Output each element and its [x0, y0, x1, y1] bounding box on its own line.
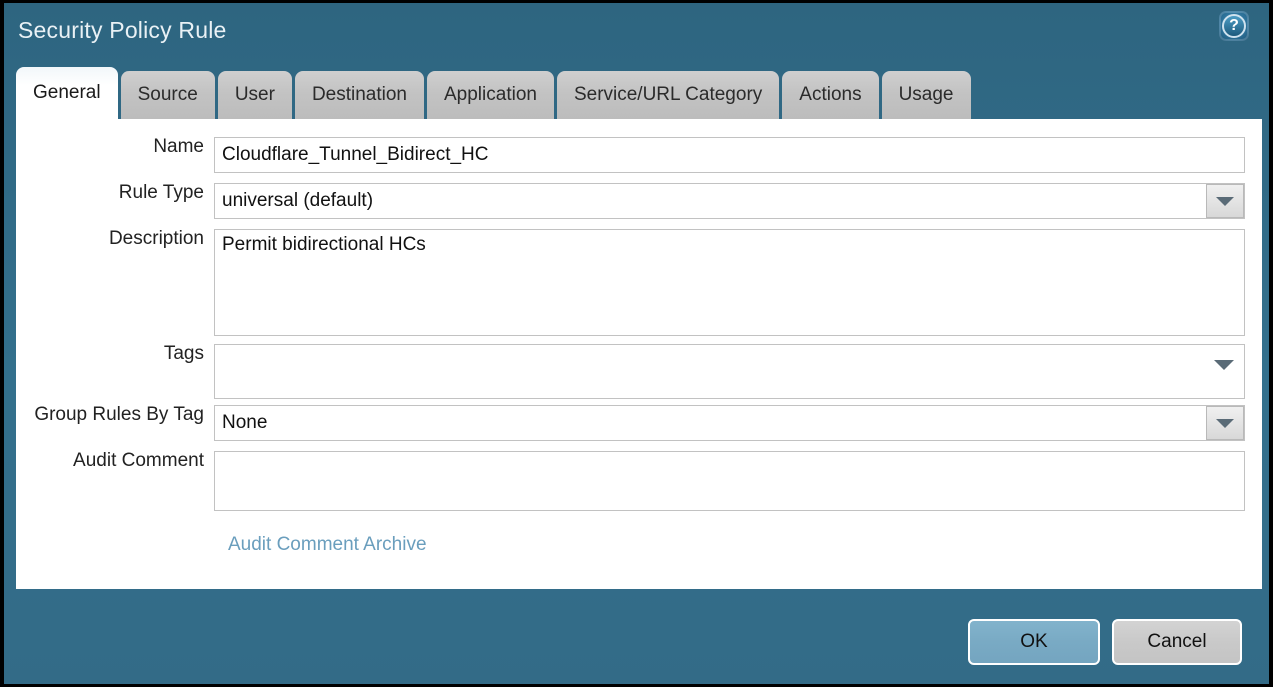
- tab-service-url-category-label: Service/URL Category: [573, 84, 763, 105]
- ok-button[interactable]: OK: [968, 619, 1100, 665]
- tab-service-url-category[interactable]: Service/URL Category: [556, 71, 780, 119]
- tags-input[interactable]: [214, 344, 1245, 399]
- tab-bar: General Source User Destination Applicat…: [16, 67, 971, 119]
- group-rules-by-tag-input[interactable]: [214, 405, 1245, 441]
- form-row-rule-type: Rule Type: [16, 183, 1245, 219]
- tab-general-label: General: [33, 82, 101, 103]
- tab-source[interactable]: Source: [120, 71, 215, 119]
- tags-field-wrap: [214, 344, 1245, 404]
- group-rules-by-tag-field-wrap: [214, 405, 1245, 441]
- audit-comment-textarea[interactable]: [214, 451, 1245, 511]
- description-textarea[interactable]: [214, 229, 1245, 336]
- tab-user[interactable]: User: [217, 71, 292, 119]
- name-input[interactable]: [214, 137, 1245, 173]
- cancel-button[interactable]: Cancel: [1112, 619, 1242, 665]
- general-tab-panel: Name Rule Type Description Tags: [16, 119, 1262, 589]
- rule-type-field-wrap: [214, 183, 1245, 219]
- audit-comment-label: Audit Comment: [73, 450, 204, 471]
- name-field-wrap: [214, 137, 1245, 173]
- tab-actions-label: Actions: [799, 84, 862, 105]
- tab-source-label: Source: [137, 84, 198, 105]
- name-label: Name: [153, 136, 204, 157]
- description-field-wrap: [214, 229, 1245, 341]
- rule-type-label: Rule Type: [118, 182, 204, 203]
- dialog-titlebar: Security Policy Rule ?: [4, 3, 1269, 63]
- tab-user-label: User: [234, 84, 275, 105]
- form-row-audit-comment: Audit Comment: [16, 451, 1245, 516]
- tab-application-label: Application: [444, 84, 537, 105]
- tab-usage[interactable]: Usage: [881, 71, 971, 119]
- tab-usage-label: Usage: [898, 84, 954, 105]
- form-row-name: Name: [16, 137, 1245, 173]
- help-question-icon[interactable]: ?: [1219, 11, 1249, 41]
- page-title: Security Policy Rule: [18, 17, 227, 43]
- rule-type-input[interactable]: [214, 183, 1245, 219]
- tags-chevron-down-icon[interactable]: [1214, 360, 1234, 370]
- audit-comment-archive-link[interactable]: Audit Comment Archive: [228, 534, 427, 556]
- group-rules-by-tag-dropdown-button[interactable]: [1206, 406, 1244, 440]
- tab-destination[interactable]: Destination: [294, 71, 424, 119]
- form-row-group-rules-by-tag: Group Rules By Tag: [16, 405, 1245, 441]
- tab-destination-label: Destination: [311, 84, 407, 105]
- help-icon-glyph: ?: [1229, 17, 1239, 34]
- tab-actions[interactable]: Actions: [782, 71, 879, 119]
- tab-application[interactable]: Application: [427, 71, 554, 119]
- tags-label: Tags: [163, 343, 204, 364]
- security-policy-rule-dialog: Security Policy Rule ? General Source Us…: [4, 3, 1269, 684]
- form-row-description: Description: [16, 229, 1245, 341]
- form-row-tags: Tags: [16, 344, 1245, 404]
- description-label: Description: [108, 228, 204, 249]
- chevron-down-icon: [1216, 419, 1234, 428]
- tab-general[interactable]: General: [16, 67, 118, 119]
- rule-type-dropdown-button[interactable]: [1206, 184, 1244, 218]
- chevron-down-icon: [1216, 197, 1234, 206]
- audit-comment-field-wrap: [214, 451, 1245, 516]
- group-rules-by-tag-label: Group Rules By Tag: [34, 404, 204, 425]
